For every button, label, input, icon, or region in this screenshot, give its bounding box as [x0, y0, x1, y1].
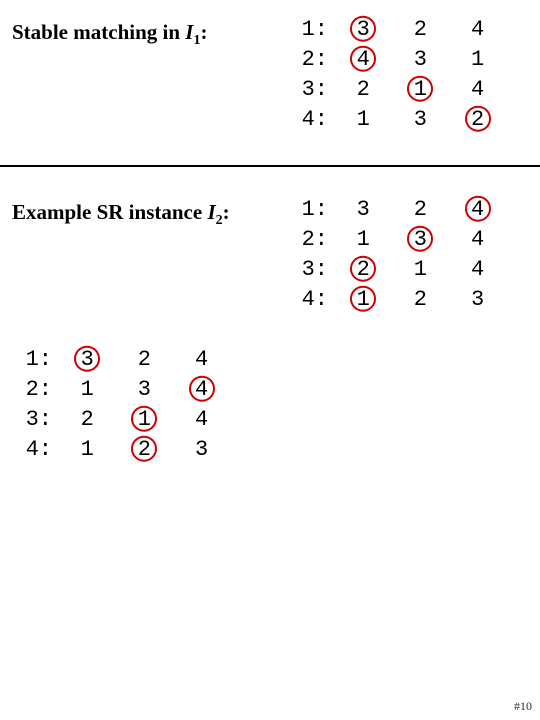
pref-cell: 3: [180, 435, 224, 465]
heading2-prefix: Example SR instance: [12, 200, 207, 224]
pref-table-i2-b: 1: 3 2 4 2: 1 3 4 3: 2 1 4 4: 1 2 3: [12, 345, 224, 465]
pref-cell: 4: [180, 405, 224, 435]
pref-cell: 1: [398, 255, 442, 285]
pref-table-i1: 1: 3 2 4 2: 4 3 1 3: 2 1 4 4: 1 3 2: [288, 15, 500, 135]
table-row: 3: 2 1 4: [288, 255, 500, 285]
row-label: 1:: [288, 195, 328, 225]
pref-cell: 4: [456, 195, 500, 225]
page-number: #10: [514, 699, 532, 714]
pref-cell: 1: [341, 225, 385, 255]
table-row: 2: 1 3 4: [12, 375, 224, 405]
pref-cell: 4: [180, 375, 224, 405]
table-row: 2: 1 3 4: [288, 225, 500, 255]
row-label: 4:: [12, 435, 52, 465]
table-row: 3: 2 1 4: [12, 405, 224, 435]
heading2-sub: 2: [216, 213, 223, 228]
heading1-suffix: :: [200, 20, 207, 44]
pref-cell: 2: [398, 195, 442, 225]
row-label: 3:: [288, 75, 328, 105]
table-row: 1: 3 2 4: [288, 15, 500, 45]
pref-cell: 4: [456, 255, 500, 285]
row-label: 3:: [288, 255, 328, 285]
pref-cell: 2: [398, 15, 442, 45]
table-row: 3: 2 1 4: [288, 75, 500, 105]
row-label: 2:: [288, 225, 328, 255]
row-label: 1:: [12, 345, 52, 375]
pref-cell: 1: [341, 285, 385, 315]
pref-table-i2-a: 1: 3 2 4 2: 1 3 4 3: 2 1 4 4: 1 2 3: [288, 195, 500, 315]
pref-cell: 3: [398, 225, 442, 255]
pref-cell: 4: [456, 225, 500, 255]
pref-cell: 3: [398, 105, 442, 135]
pref-cell: 3: [341, 195, 385, 225]
pref-cell: 3: [341, 15, 385, 45]
heading2-suffix: :: [223, 200, 230, 224]
pref-cell: 2: [398, 285, 442, 315]
pref-cell: 4: [456, 15, 500, 45]
pref-cell: 1: [341, 105, 385, 135]
row-label: 2:: [12, 375, 52, 405]
pref-cell: 2: [456, 105, 500, 135]
pref-cell: 3: [398, 45, 442, 75]
pref-cell: 2: [65, 405, 109, 435]
row-label: 4:: [288, 105, 328, 135]
pref-cell: 2: [341, 255, 385, 285]
pref-cell: 2: [122, 345, 166, 375]
table-row: 4: 1 3 2: [288, 105, 500, 135]
row-label: 3:: [12, 405, 52, 435]
table-row: 4: 1 2 3: [288, 285, 500, 315]
pref-cell: 1: [398, 75, 442, 105]
pref-cell: 1: [122, 405, 166, 435]
pref-cell: 3: [65, 345, 109, 375]
table-row: 1: 3 2 4: [12, 345, 224, 375]
heading-example-sr: Example SR instance I2:: [12, 200, 230, 229]
table-row: 2: 4 3 1: [288, 45, 500, 75]
pref-cell: 3: [456, 285, 500, 315]
pref-cell: 2: [341, 75, 385, 105]
heading-stable-matching: Stable matching in I1:: [12, 20, 207, 49]
pref-cell: 4: [456, 75, 500, 105]
pref-cell: 1: [65, 375, 109, 405]
pref-cell: 4: [180, 345, 224, 375]
pref-cell: 3: [122, 375, 166, 405]
pref-cell: 4: [341, 45, 385, 75]
table-row: 4: 1 2 3: [12, 435, 224, 465]
table-row: 1: 3 2 4: [288, 195, 500, 225]
pref-cell: 2: [122, 435, 166, 465]
heading1-prefix: Stable matching in: [12, 20, 185, 44]
divider: [0, 165, 540, 167]
row-label: 1:: [288, 15, 328, 45]
row-label: 4:: [288, 285, 328, 315]
pref-cell: 1: [456, 45, 500, 75]
row-label: 2:: [288, 45, 328, 75]
heading2-var: I: [207, 200, 215, 224]
pref-cell: 1: [65, 435, 109, 465]
